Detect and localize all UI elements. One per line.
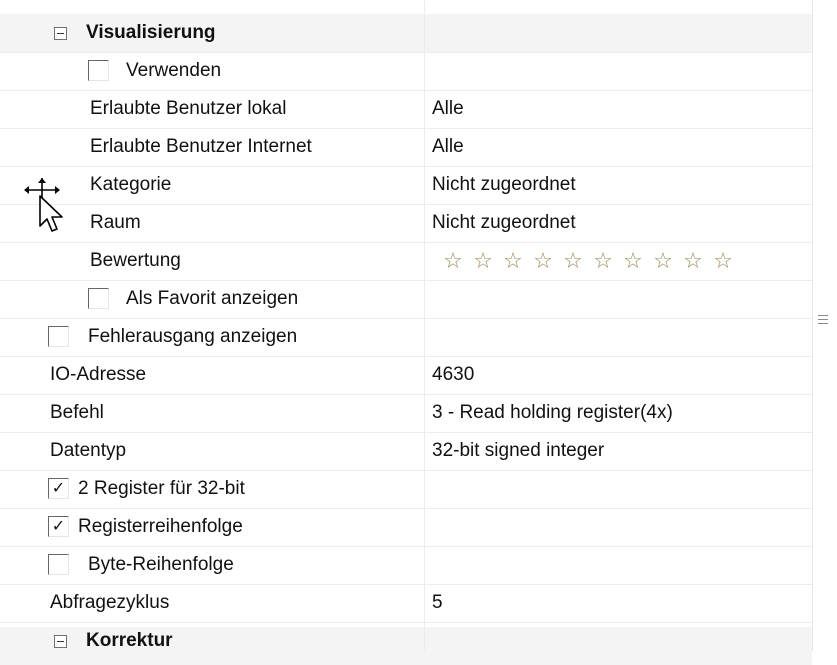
- row-befehl[interactable]: Befehl 3 - Read holding register(4x): [0, 394, 812, 432]
- property-label: Befehl: [50, 402, 104, 423]
- row-kategorie[interactable]: Kategorie Nicht zugeordnet: [0, 166, 812, 204]
- property-label: Datentyp: [50, 440, 127, 461]
- row-erlaubte-benutzer-lokal[interactable]: Erlaubte Benutzer lokal Alle: [0, 90, 812, 128]
- registerreihenfolge-checkbox[interactable]: ✓: [48, 516, 69, 537]
- star-icon[interactable]: ☆: [558, 248, 588, 274]
- property-grid: Visualisierung Verwenden Erlaubte Benutz…: [0, 0, 813, 665]
- move-cursor-icon: [24, 178, 63, 232]
- check-icon: ✓: [51, 480, 66, 497]
- property-value[interactable]: Nicht zugeordnet: [432, 166, 576, 204]
- section-visualisierung[interactable]: Visualisierung: [0, 14, 812, 52]
- property-label: Erlaubte Benutzer Internet: [90, 136, 312, 157]
- star-icon[interactable]: ☆: [588, 248, 618, 274]
- property-label: Byte-Reihenfolge: [88, 554, 234, 575]
- property-label: Als Favorit anzeigen: [126, 288, 299, 309]
- property-value[interactable]: Alle: [432, 90, 464, 128]
- section-korrektur[interactable]: Korrektur: [0, 622, 812, 660]
- scrollbar-grip-icon[interactable]: [818, 312, 828, 328]
- property-value[interactable]: 5: [432, 584, 443, 622]
- star-icon[interactable]: ☆: [678, 248, 708, 274]
- property-label: Kategorie: [90, 174, 172, 195]
- star-icon[interactable]: ☆: [648, 248, 678, 274]
- row-verwenden[interactable]: Verwenden: [0, 52, 812, 90]
- property-label: Verwenden: [126, 60, 222, 81]
- property-label: 2 Register für 32-bit: [78, 478, 245, 499]
- property-label: Bewertung: [90, 250, 181, 271]
- star-icon[interactable]: ☆: [618, 248, 648, 274]
- row-als-favorit[interactable]: Als Favorit anzeigen: [0, 280, 812, 318]
- row-bewertung[interactable]: Bewertung ☆ ☆ ☆ ☆ ☆ ☆ ☆ ☆ ☆ ☆: [0, 242, 812, 280]
- fehlerausgang-checkbox[interactable]: [48, 326, 69, 347]
- row-byte-reihenfolge[interactable]: Byte-Reihenfolge: [0, 546, 812, 584]
- row-io-adresse[interactable]: IO-Adresse 4630: [0, 356, 812, 394]
- property-label: Erlaubte Benutzer lokal: [90, 98, 287, 119]
- collapse-icon[interactable]: [54, 635, 67, 648]
- collapse-icon[interactable]: [54, 27, 67, 40]
- star-icon[interactable]: ☆: [498, 248, 528, 274]
- row-erlaubte-benutzer-internet[interactable]: Erlaubte Benutzer Internet Alle: [0, 128, 812, 166]
- section-title: Visualisierung: [86, 22, 216, 43]
- star-icon[interactable]: ☆: [468, 248, 498, 274]
- section-title: Korrektur: [86, 630, 173, 651]
- star-icon[interactable]: ☆: [708, 248, 738, 274]
- zwei-register-checkbox[interactable]: ✓: [48, 478, 69, 499]
- property-label: Abfragezyklus: [50, 592, 170, 613]
- property-label: Fehlerausgang anzeigen: [88, 326, 298, 347]
- row-registerreihenfolge[interactable]: ✓ Registerreihenfolge: [0, 508, 812, 546]
- row-abfragezyklus[interactable]: Abfragezyklus 5: [0, 584, 812, 622]
- property-value[interactable]: 4630: [432, 356, 474, 394]
- verwenden-checkbox[interactable]: [88, 60, 109, 81]
- row-fehlerausgang[interactable]: Fehlerausgang anzeigen: [0, 318, 812, 356]
- property-value[interactable]: Nicht zugeordnet: [432, 204, 576, 242]
- row-raum[interactable]: Raum Nicht zugeordnet: [0, 204, 812, 242]
- rating-stars[interactable]: ☆ ☆ ☆ ☆ ☆ ☆ ☆ ☆ ☆ ☆: [438, 242, 738, 280]
- property-value[interactable]: Alle: [432, 128, 464, 166]
- property-label: Raum: [90, 212, 141, 233]
- row-datentyp[interactable]: Datentyp 32-bit signed integer: [0, 432, 812, 470]
- byte-reihenfolge-checkbox[interactable]: [48, 554, 69, 575]
- star-icon[interactable]: ☆: [438, 248, 468, 274]
- property-label: Registerreihenfolge: [78, 516, 243, 537]
- check-icon: ✓: [51, 518, 66, 535]
- star-icon[interactable]: ☆: [528, 248, 558, 274]
- property-value[interactable]: 32-bit signed integer: [432, 432, 604, 470]
- property-label: IO-Adresse: [50, 364, 147, 385]
- property-value[interactable]: 3 - Read holding register(4x): [432, 394, 673, 432]
- row-zwei-register[interactable]: ✓ 2 Register für 32-bit: [0, 470, 812, 508]
- favorit-checkbox[interactable]: [88, 288, 109, 309]
